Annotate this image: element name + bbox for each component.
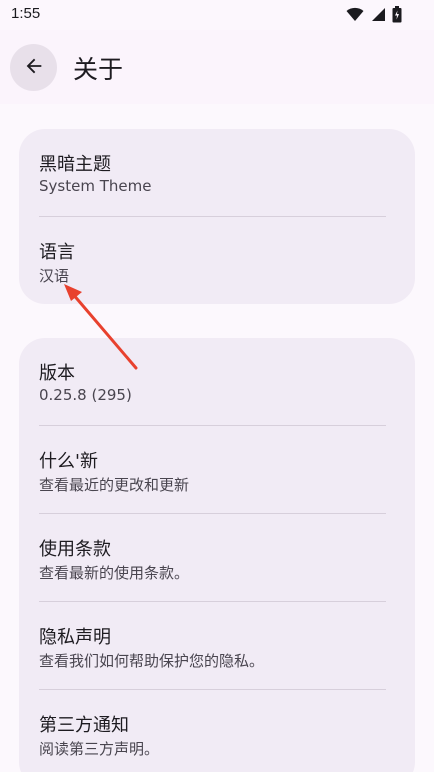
setting-subtitle: 0.25.8 (295): [39, 386, 132, 404]
back-button[interactable]: [10, 44, 57, 91]
setting-subtitle: 阅读第三方声明。: [39, 740, 160, 758]
battery-icon: [392, 6, 402, 27]
setting-subtitle: System Theme: [39, 177, 152, 195]
setting-title: 版本: [39, 363, 75, 384]
status-icons: [346, 6, 402, 27]
status-bar: 1:55: [0, 0, 434, 30]
setting-privacy-statement[interactable]: 隐私声明 查看我们如何帮助保护您的隐私。: [19, 602, 415, 690]
arrow-left-icon: [23, 55, 45, 81]
wifi-icon: [346, 7, 364, 26]
setting-title: 语言: [39, 242, 75, 263]
setting-whats-new[interactable]: 什么'新 查看最近的更改和更新: [19, 426, 415, 514]
setting-title: 使用条款: [39, 539, 111, 560]
setting-title: 第三方通知: [39, 715, 129, 736]
setting-subtitle: 汉语: [39, 267, 70, 285]
setting-subtitle: 查看最近的更改和更新: [39, 476, 190, 494]
setting-third-party-notices[interactable]: 第三方通知 阅读第三方声明。: [19, 690, 415, 772]
setting-subtitle: 查看我们如何帮助保护您的隐私。: [39, 652, 265, 670]
status-time: 1:55: [11, 5, 41, 22]
setting-title: 隐私声明: [39, 627, 111, 648]
setting-language[interactable]: 语言 汉语: [19, 217, 415, 304]
setting-terms-of-use[interactable]: 使用条款 查看最新的使用条款。: [19, 514, 415, 602]
app-bar: 关于: [0, 30, 434, 104]
page-title: 关于: [73, 55, 124, 84]
signal-icon: [370, 7, 386, 26]
settings-card-general: 黑暗主题 System Theme 语言 汉语: [19, 129, 415, 304]
setting-version[interactable]: 版本 0.25.8 (295): [19, 338, 415, 426]
about-screen: 1:55 关于 黑暗主题 System Theme 语言 汉语 版本 0.25.…: [0, 0, 434, 772]
setting-title: 黑暗主题: [39, 154, 111, 175]
setting-subtitle: 查看最新的使用条款。: [39, 564, 190, 582]
settings-card-about: 版本 0.25.8 (295) 什么'新 查看最近的更改和更新 使用条款 查看最…: [19, 338, 415, 772]
setting-title: 什么'新: [39, 451, 98, 472]
setting-dark-theme[interactable]: 黑暗主题 System Theme: [19, 129, 415, 217]
